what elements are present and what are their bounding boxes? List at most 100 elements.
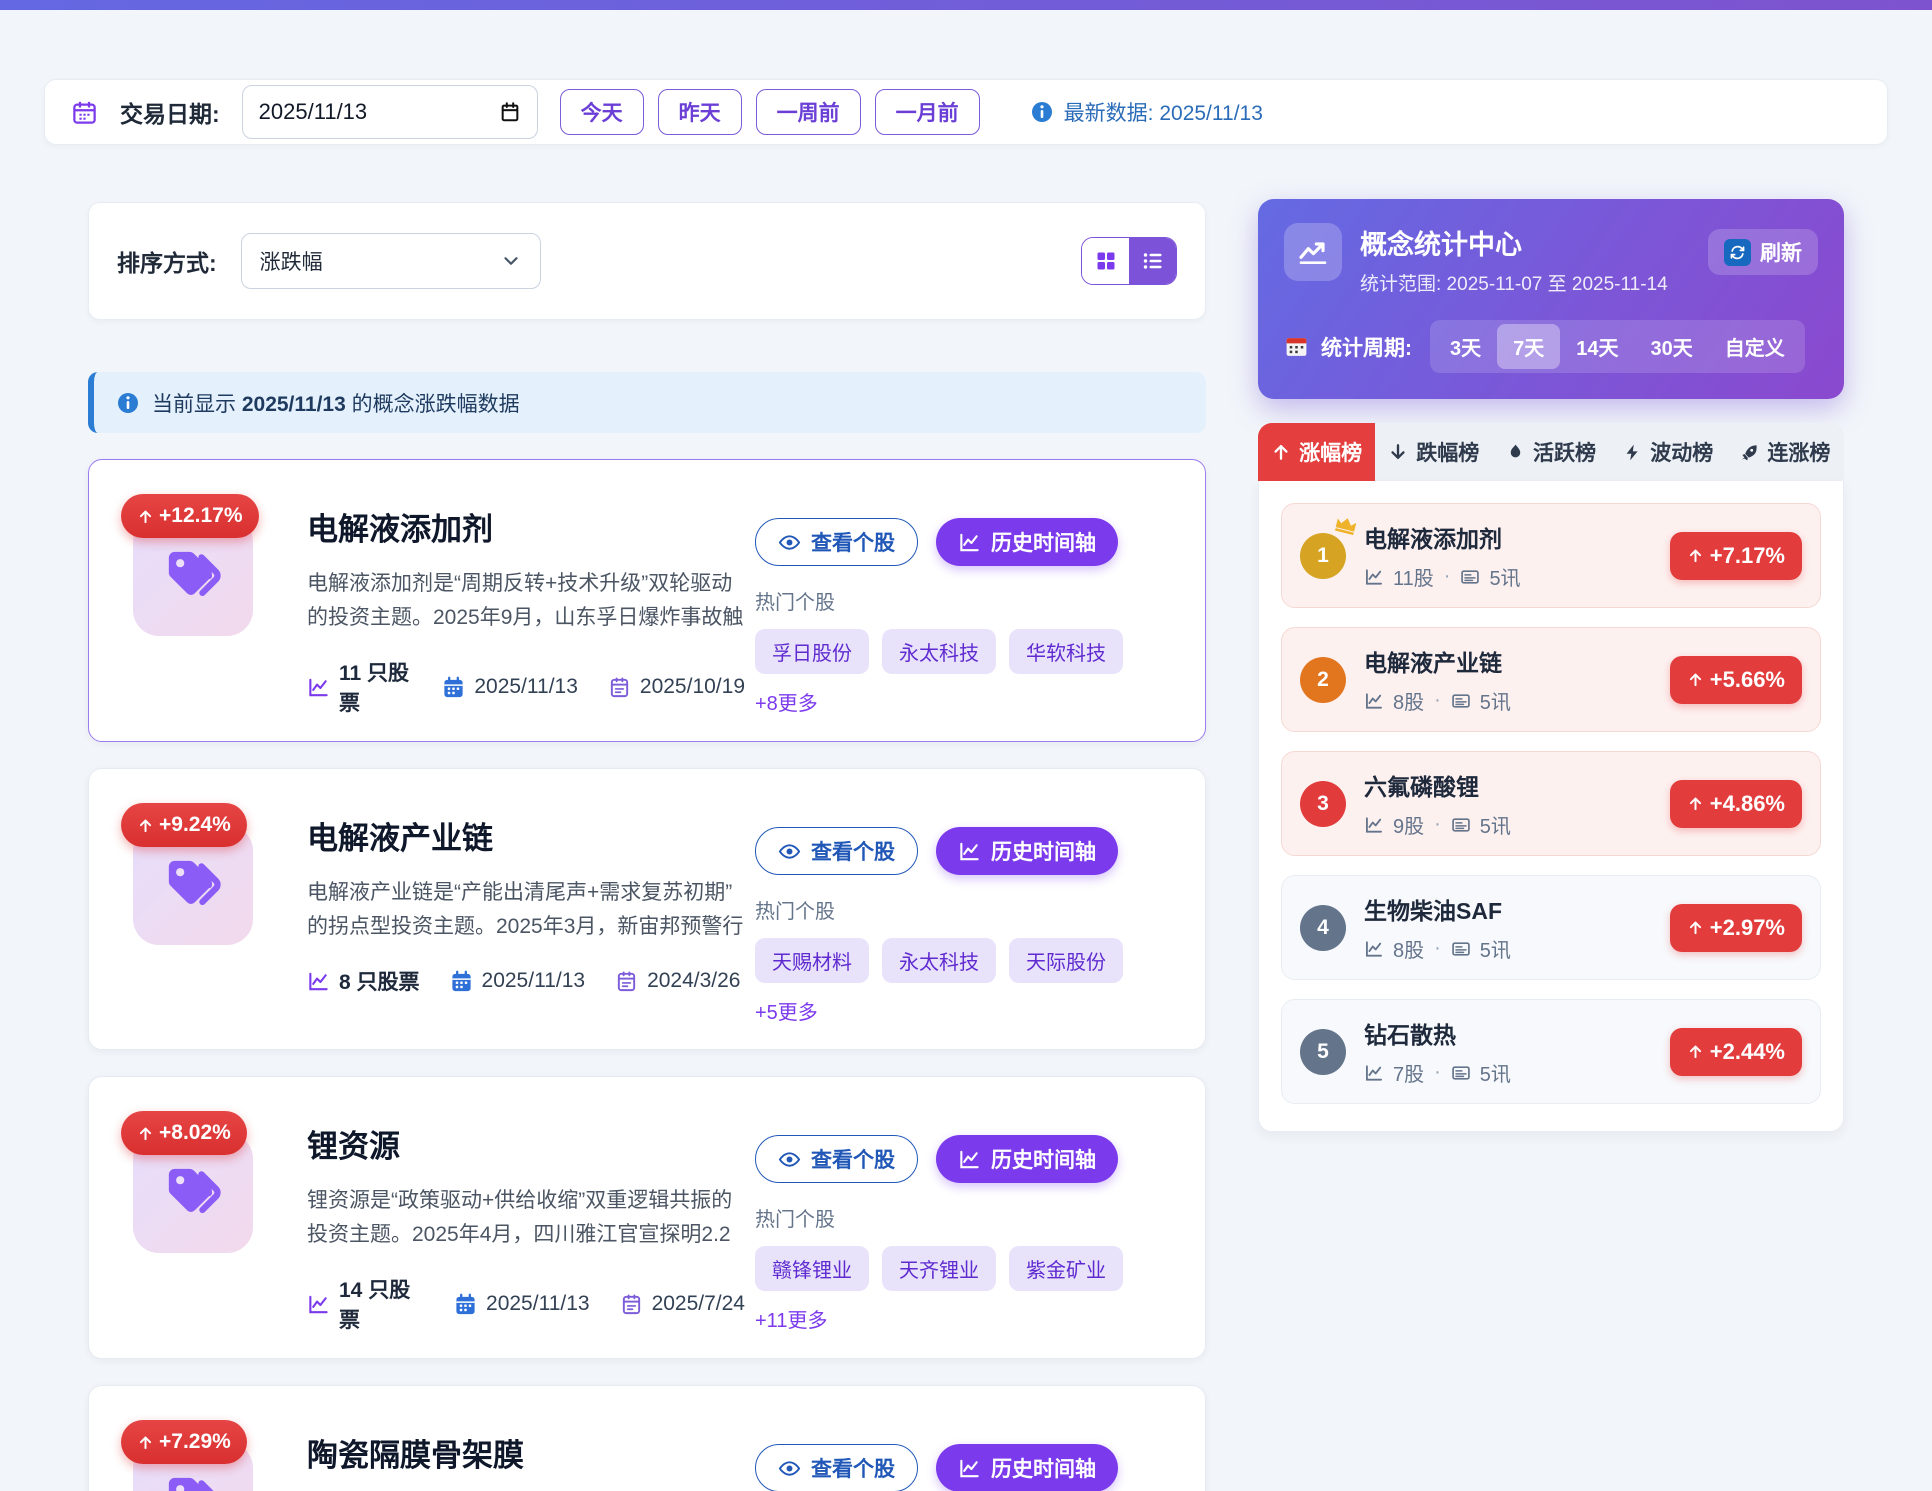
concept-stats-panel: 概念统计中心 统计范围: 2025-11-07 至 2025-11-14 刷新 …	[1258, 199, 1844, 399]
view-stocks-button[interactable]: 查看个股	[755, 1135, 918, 1183]
rank-change-badge: +2.44%	[1670, 1028, 1802, 1076]
arrow-up-icon	[1687, 671, 1704, 688]
sort-select[interactable]: 涨跌幅	[241, 233, 541, 289]
period-selector: 3天 7天 14天 30天 自定义	[1430, 320, 1805, 373]
concept-description: 电解液添加剂是“周期反转+技术升级”双轮驱动的投资主题。2025年9月，山东孚日…	[307, 567, 745, 635]
news-icon	[1451, 1063, 1471, 1083]
rocket-icon	[1740, 443, 1759, 462]
stock-tag[interactable]: 紫金矿业	[1009, 1246, 1123, 1291]
rank-number: 2	[1300, 657, 1346, 703]
arrow-up-icon	[137, 817, 154, 834]
rank-item[interactable]: 3 六氟磷酸锂 9股 5讯 +4.86%	[1281, 751, 1821, 856]
tags-icon	[164, 1164, 222, 1222]
stock-tag[interactable]: 华软科技	[1009, 629, 1123, 674]
more-stocks-link[interactable]: +11更多	[755, 1304, 827, 1333]
stock-tag[interactable]: 孚日股份	[755, 629, 869, 674]
tab-volatility[interactable]: 波动榜	[1610, 423, 1727, 481]
yesterday-button[interactable]: 昨天	[658, 89, 742, 135]
rank-news: 5讯	[1451, 686, 1511, 715]
rank-item[interactable]: 4 生物柴油SAF 8股 5讯 +2.97%	[1281, 875, 1821, 980]
period-3d[interactable]: 3天	[1434, 324, 1497, 369]
stock-count: 8 只股票	[307, 966, 420, 996]
view-stocks-button[interactable]: 查看个股	[755, 518, 918, 566]
chevron-down-icon	[500, 250, 522, 272]
tab-streak[interactable]: 连涨榜	[1727, 423, 1844, 481]
arrow-up-icon	[137, 508, 154, 525]
change-badge: +12.17%	[121, 494, 259, 538]
calendar-icon	[1284, 334, 1309, 359]
rank-title: 电解液产业链	[1364, 644, 1511, 678]
eye-icon	[778, 531, 801, 554]
rank-stocks: 8股	[1364, 686, 1424, 715]
crown-icon	[1331, 510, 1360, 539]
history-timeline-button[interactable]: 历史时间轴	[936, 518, 1118, 566]
concept-title: 锂资源	[307, 1121, 745, 1166]
stock-tag[interactable]: 永太科技	[882, 629, 996, 674]
month-ago-button[interactable]: 一月前	[875, 89, 980, 135]
rank-tabs: 涨幅榜 跌幅榜 活跃榜 波动榜 连涨榜	[1258, 423, 1844, 481]
history-timeline-button[interactable]: 历史时间轴	[936, 1444, 1118, 1491]
rank-change-badge: +7.17%	[1670, 532, 1802, 580]
tab-gainers[interactable]: 涨幅榜	[1258, 423, 1375, 481]
stock-tag[interactable]: 永太科技	[882, 938, 996, 983]
quick-date-buttons: 今天 昨天 一周前 一月前	[560, 89, 980, 135]
refresh-button[interactable]: 刷新	[1708, 229, 1818, 275]
news-icon	[1451, 815, 1471, 835]
news-icon	[1460, 567, 1480, 587]
calendar-icon	[454, 1293, 477, 1316]
stock-tag[interactable]: 天际股份	[1009, 938, 1123, 983]
list-view-button[interactable]	[1129, 238, 1176, 284]
rank-number: 4	[1300, 905, 1346, 951]
trend-chart-icon	[1284, 223, 1342, 281]
period-custom[interactable]: 自定义	[1709, 324, 1801, 369]
history-timeline-button[interactable]: 历史时间轴	[936, 827, 1118, 875]
rank-change-badge: +4.86%	[1670, 780, 1802, 828]
tab-losers[interactable]: 跌幅榜	[1375, 423, 1492, 481]
period-7d[interactable]: 7天	[1497, 324, 1560, 369]
stats-range: 统计范围: 2025-11-07 至 2025-11-14	[1360, 269, 1668, 296]
chart-line-icon	[307, 1293, 330, 1316]
period-14d[interactable]: 14天	[1560, 324, 1634, 369]
arrow-up-icon	[1271, 442, 1291, 462]
concept-card: +12.17% 电解液添加剂 电解液添加剂是“周期反转+技术升级”双轮驱动的投资…	[88, 459, 1206, 742]
rank-stocks: 7股	[1364, 1058, 1424, 1087]
clipboard-date-icon	[620, 1293, 643, 1316]
concept-title: 电解液产业链	[307, 813, 745, 858]
calendar-icon	[442, 676, 465, 699]
rank-title: 生物柴油SAF	[1364, 892, 1511, 926]
date-picker-icon[interactable]	[499, 101, 521, 123]
eye-icon	[778, 1148, 801, 1171]
grid-icon	[1094, 249, 1118, 273]
week-ago-button[interactable]: 一周前	[756, 89, 861, 135]
eye-icon	[778, 840, 801, 863]
rank-item[interactable]: 1 电解液添加剂 11股 5讯 +7.17%	[1281, 503, 1821, 608]
tab-active[interactable]: 活跃榜	[1492, 423, 1609, 481]
more-stocks-link[interactable]: +8更多	[755, 687, 818, 716]
view-stocks-button[interactable]: 查看个股	[755, 827, 918, 875]
today-button[interactable]: 今天	[560, 89, 644, 135]
view-stocks-button[interactable]: 查看个股	[755, 1444, 918, 1491]
stock-tag[interactable]: 天赐材料	[755, 938, 869, 983]
list-icon	[1141, 249, 1165, 273]
ranking-list: 1 电解液添加剂 11股 5讯 +7.17%	[1258, 481, 1844, 1132]
history-timeline-button[interactable]: 历史时间轴	[936, 1135, 1118, 1183]
grid-view-button[interactable]	[1082, 238, 1129, 284]
update-date: 2025/11/13	[454, 1292, 590, 1316]
rank-news: 5讯	[1451, 934, 1511, 963]
update-date: 2025/11/13	[450, 969, 586, 993]
period-30d[interactable]: 30天	[1635, 324, 1709, 369]
create-date: 2025/7/24	[620, 1292, 745, 1316]
news-icon	[1451, 691, 1471, 711]
rank-title: 钻石散热	[1364, 1016, 1511, 1050]
rank-item[interactable]: 5 钻石散热 7股 5讯 +2.44%	[1281, 999, 1821, 1104]
stock-tag[interactable]: 天齐锂业	[882, 1246, 996, 1291]
arrow-up-icon	[1687, 919, 1704, 936]
stock-tag[interactable]: 赣锋锂业	[755, 1246, 869, 1291]
calendar-icon	[71, 99, 98, 126]
date-input[interactable]: 2025/11/13	[242, 85, 538, 139]
flame-icon	[1506, 443, 1525, 462]
more-stocks-link[interactable]: +5更多	[755, 996, 818, 1025]
stats-panel-title: 概念统计中心	[1360, 223, 1668, 262]
rank-item[interactable]: 2 电解液产业链 8股 5讯 +5.66%	[1281, 627, 1821, 732]
concept-card: +7.29% 陶瓷隔膜骨架膜 陶瓷隔膜骨架膜是技术创新驱动的固态电池产业链β升级…	[88, 1385, 1206, 1491]
